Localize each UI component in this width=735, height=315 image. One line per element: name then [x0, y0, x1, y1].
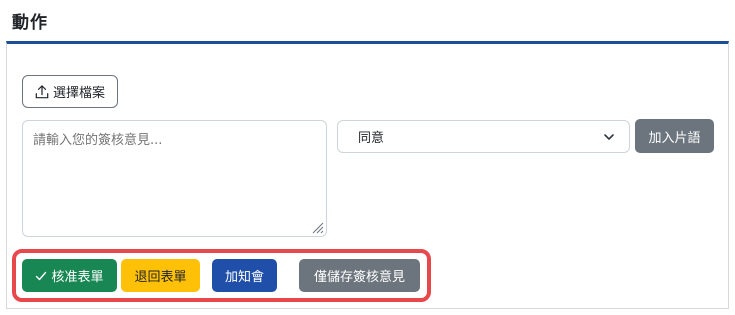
notify-label: 加知會	[224, 270, 264, 285]
save-comment-label: 僅儲存簽核意見	[313, 270, 405, 285]
approve-button[interactable]: 核准表單	[22, 259, 117, 292]
notify-button[interactable]: 加知會	[212, 259, 277, 292]
add-phrase-button[interactable]: 加入片語	[635, 119, 714, 153]
check-icon	[36, 271, 47, 280]
return-label: 退回表單	[134, 270, 187, 285]
phrase-select[interactable]: 同意	[337, 120, 630, 153]
approve-label: 核准表單	[51, 270, 104, 285]
choose-file-label: 選擇檔案	[52, 86, 105, 101]
choose-file-button[interactable]: 選擇檔案	[22, 75, 118, 108]
add-phrase-label: 加入片語	[648, 130, 701, 146]
section-title: 動作	[12, 13, 48, 33]
save-comment-button[interactable]: 僅儲存簽核意見	[299, 259, 420, 292]
chevron-down-icon	[604, 133, 614, 140]
comment-textarea[interactable]	[22, 120, 327, 237]
upload-icon	[35, 84, 49, 98]
resize-grip-icon[interactable]	[310, 220, 324, 234]
return-button[interactable]: 退回表單	[121, 259, 200, 292]
phrase-select-value: 同意	[358, 131, 385, 146]
